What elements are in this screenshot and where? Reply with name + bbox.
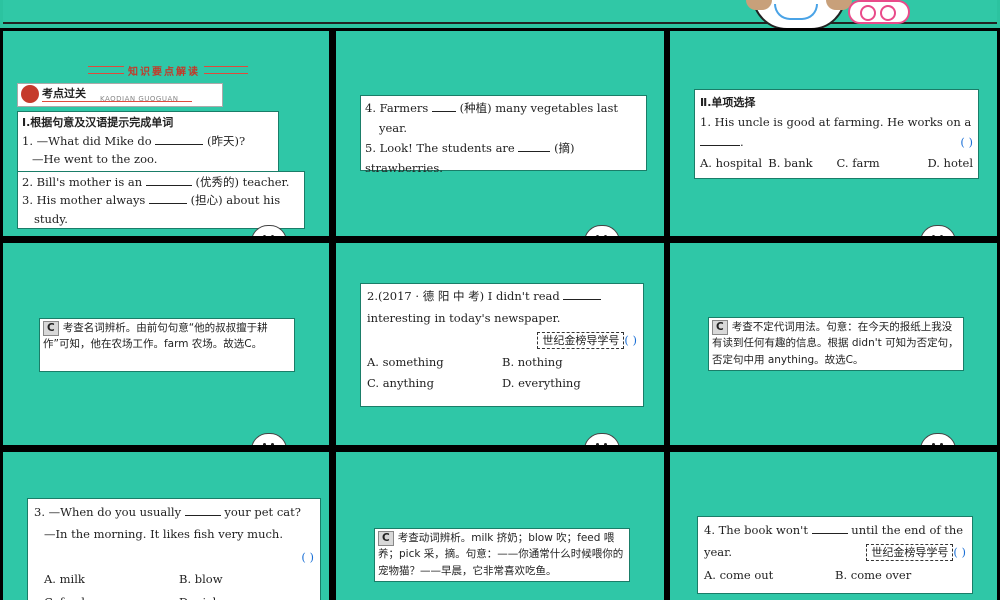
question-card: 4. Farmers (种植) many vegetables last yea… <box>360 95 647 175</box>
answer-text: —He went to the zoo. <box>32 151 158 166</box>
question-card: 3. —When do you usually your pet cat? —I… <box>27 498 321 600</box>
option-c[interactable]: C. anything <box>367 373 502 395</box>
question-card: 2. Bill's mother is an (优秀的) teacher. 3.… <box>17 171 305 229</box>
question-text: interesting in today's newspaper. <box>367 310 561 325</box>
question-text: year. <box>704 545 733 560</box>
question-text: study. <box>34 211 68 226</box>
slide-8[interactable]: C 考查动词辨析。milk 挤奶；blow 吹；feed 喂养；pick 采，摘。… <box>336 452 664 600</box>
section-title: 知识要点解读 <box>88 63 248 78</box>
question-text: until the end of the <box>851 523 964 537</box>
decor-pink-mark-icon <box>848 0 910 24</box>
option-a[interactable]: A. something <box>367 352 502 374</box>
question-card: Ⅱ.单项选择 1. His uncle is good at farming. … <box>694 89 979 179</box>
answer-badge: C <box>712 320 728 335</box>
hint-text: (昨天)? <box>207 133 246 148</box>
explanation-text: 考查不定代词用法。句意：在今天的报纸上我没有读到任何有趣的信息。根据 didn'… <box>712 321 959 366</box>
explanation-card: C 考查不定代词用法。句意：在今天的报纸上我没有读到任何有趣的信息。根据 didn… <box>708 317 964 371</box>
question-text: 1. His uncle is good at farming. He work… <box>700 115 972 130</box>
banner-pinyin: KAODIAN GUOGUAN <box>100 95 179 103</box>
option-d[interactable]: D. hotel <box>905 153 973 173</box>
answer-bracket[interactable]: ( ) <box>960 132 973 152</box>
question-text: 3. —When do you usually <box>34 505 182 519</box>
part-title: Ⅱ.单项选择 <box>700 96 756 109</box>
question-text: 2. Bill's mother is an <box>22 175 143 189</box>
question-text: 3. His mother always <box>22 193 146 208</box>
answer-badge: C <box>378 531 394 546</box>
option-c[interactable]: C. feed <box>44 591 179 600</box>
slide-3[interactable]: Ⅱ.单项选择 1. His uncle is good at farming. … <box>670 31 997 236</box>
option-a[interactable]: A. hospital <box>700 153 768 173</box>
banner-label: 考点过关 <box>42 87 86 100</box>
slide-4[interactable]: C 考查名词辨析。由前句句意“他的叔叔擅于耕作”可知，他在农场工作。farm 农场… <box>3 243 329 445</box>
option-b[interactable]: B. come over <box>835 564 966 586</box>
slide-5[interactable]: 2.(2017 · 德 阳 中 考) I didn't read interes… <box>336 243 664 445</box>
option-a[interactable]: A. milk <box>44 568 179 590</box>
sheep-icon <box>584 225 620 236</box>
question-text: 4. The book won't <box>704 523 808 537</box>
slide-6[interactable]: C 考查不定代词用法。句意：在今天的报纸上我没有读到任何有趣的信息。根据 didn… <box>670 243 997 445</box>
decor-dot-icon <box>860 5 876 21</box>
option-b[interactable]: B. bank <box>768 153 836 173</box>
question-text: year. <box>379 121 408 136</box>
question-text: 2.(2017 · 德 阳 中 考) I didn't read <box>367 289 560 303</box>
question-card: Ⅰ.根据句意及汉语提示完成单词 1. —What did Mike do (昨天… <box>17 111 279 173</box>
question-card: 4. The book won't until the end of the y… <box>697 516 973 594</box>
sheep-icon <box>920 433 956 445</box>
option-d[interactable]: D. pick <box>179 591 314 600</box>
explanation-card: C 考查名词辨析。由前句句意“他的叔叔擅于耕作”可知，他在农场工作。farm 农场… <box>39 318 295 372</box>
answer-bracket[interactable]: ( ) <box>624 333 637 347</box>
question-card: 2.(2017 · 德 阳 中 考) I didn't read interes… <box>360 283 644 407</box>
hint-text: (担心) about his <box>190 193 281 208</box>
section-title-text: 知识要点解读 <box>124 63 204 78</box>
source-tag: 世纪金榜导学号 <box>537 331 625 349</box>
part-title: Ⅰ.根据句意及汉语提示完成单词 <box>22 116 174 129</box>
question-text: . <box>740 135 744 150</box>
answer-bracket[interactable]: ( ) <box>301 550 314 564</box>
hint-text: (优秀的) teacher. <box>195 175 290 189</box>
answer-text: —In the morning. It likes fish very much… <box>44 527 283 542</box>
top-strip <box>0 0 1000 28</box>
question-text: 5. Look! The students are <box>365 141 515 156</box>
options: C. anything D. everything <box>367 373 637 395</box>
options: C. feed D. pick <box>34 591 314 600</box>
explanation-text: 考查名词辨析。由前句句意“他的叔叔擅于耕作”可知，他在农场工作。farm 农场。… <box>43 322 268 351</box>
answer-badge: C <box>43 321 59 336</box>
option-b[interactable]: B. nothing <box>502 352 637 374</box>
slide-1[interactable]: 知识要点解读 考点过关 KAODIAN GUOGUAN Ⅰ.根据句意及汉语提示完… <box>3 31 329 236</box>
hint-text: (种植) many vegetables last <box>459 101 618 115</box>
answer-bracket[interactable]: ( ) <box>953 545 966 559</box>
option-a[interactable]: A. come out <box>704 564 835 586</box>
slide-2[interactable]: 4. Farmers (种植) many vegetables last yea… <box>336 31 664 236</box>
sheep-icon <box>251 433 287 445</box>
question-text: your pet cat? <box>224 505 301 519</box>
explanation-text: 考查动词辨析。milk 挤奶；blow 吹；feed 喂养；pick 采，摘。句… <box>378 532 624 577</box>
question-text: 4. Farmers <box>365 101 429 115</box>
question-text: 1. —What did Mike do <box>22 133 152 148</box>
slide-7[interactable]: 3. —When do you usually your pet cat? —I… <box>3 452 329 600</box>
decor-dot-icon <box>880 5 896 21</box>
options: A. milk B. blow <box>34 568 314 590</box>
avatar-icon <box>21 85 39 103</box>
sheep-ear-icon <box>746 0 772 10</box>
sheep-icon <box>584 433 620 445</box>
option-d[interactable]: D. everything <box>502 373 637 395</box>
explanation-card: C 考查动词辨析。milk 挤奶；blow 吹；feed 喂养；pick 采，摘。… <box>374 528 630 582</box>
options: A. hospital B. bank C. farm D. hotel <box>700 153 973 173</box>
kaodian-banner: 考点过关 KAODIAN GUOGUAN <box>17 83 223 107</box>
option-b[interactable]: B. blow <box>179 568 314 590</box>
source-tag: 世纪金榜导学号 <box>866 544 954 562</box>
options: A. something B. nothing <box>367 352 637 374</box>
sheep-icon <box>920 225 956 236</box>
options: A. come out B. come over <box>704 564 966 586</box>
option-c[interactable]: C. farm <box>837 153 905 173</box>
slide-9[interactable]: 4. The book won't until the end of the y… <box>670 452 997 600</box>
